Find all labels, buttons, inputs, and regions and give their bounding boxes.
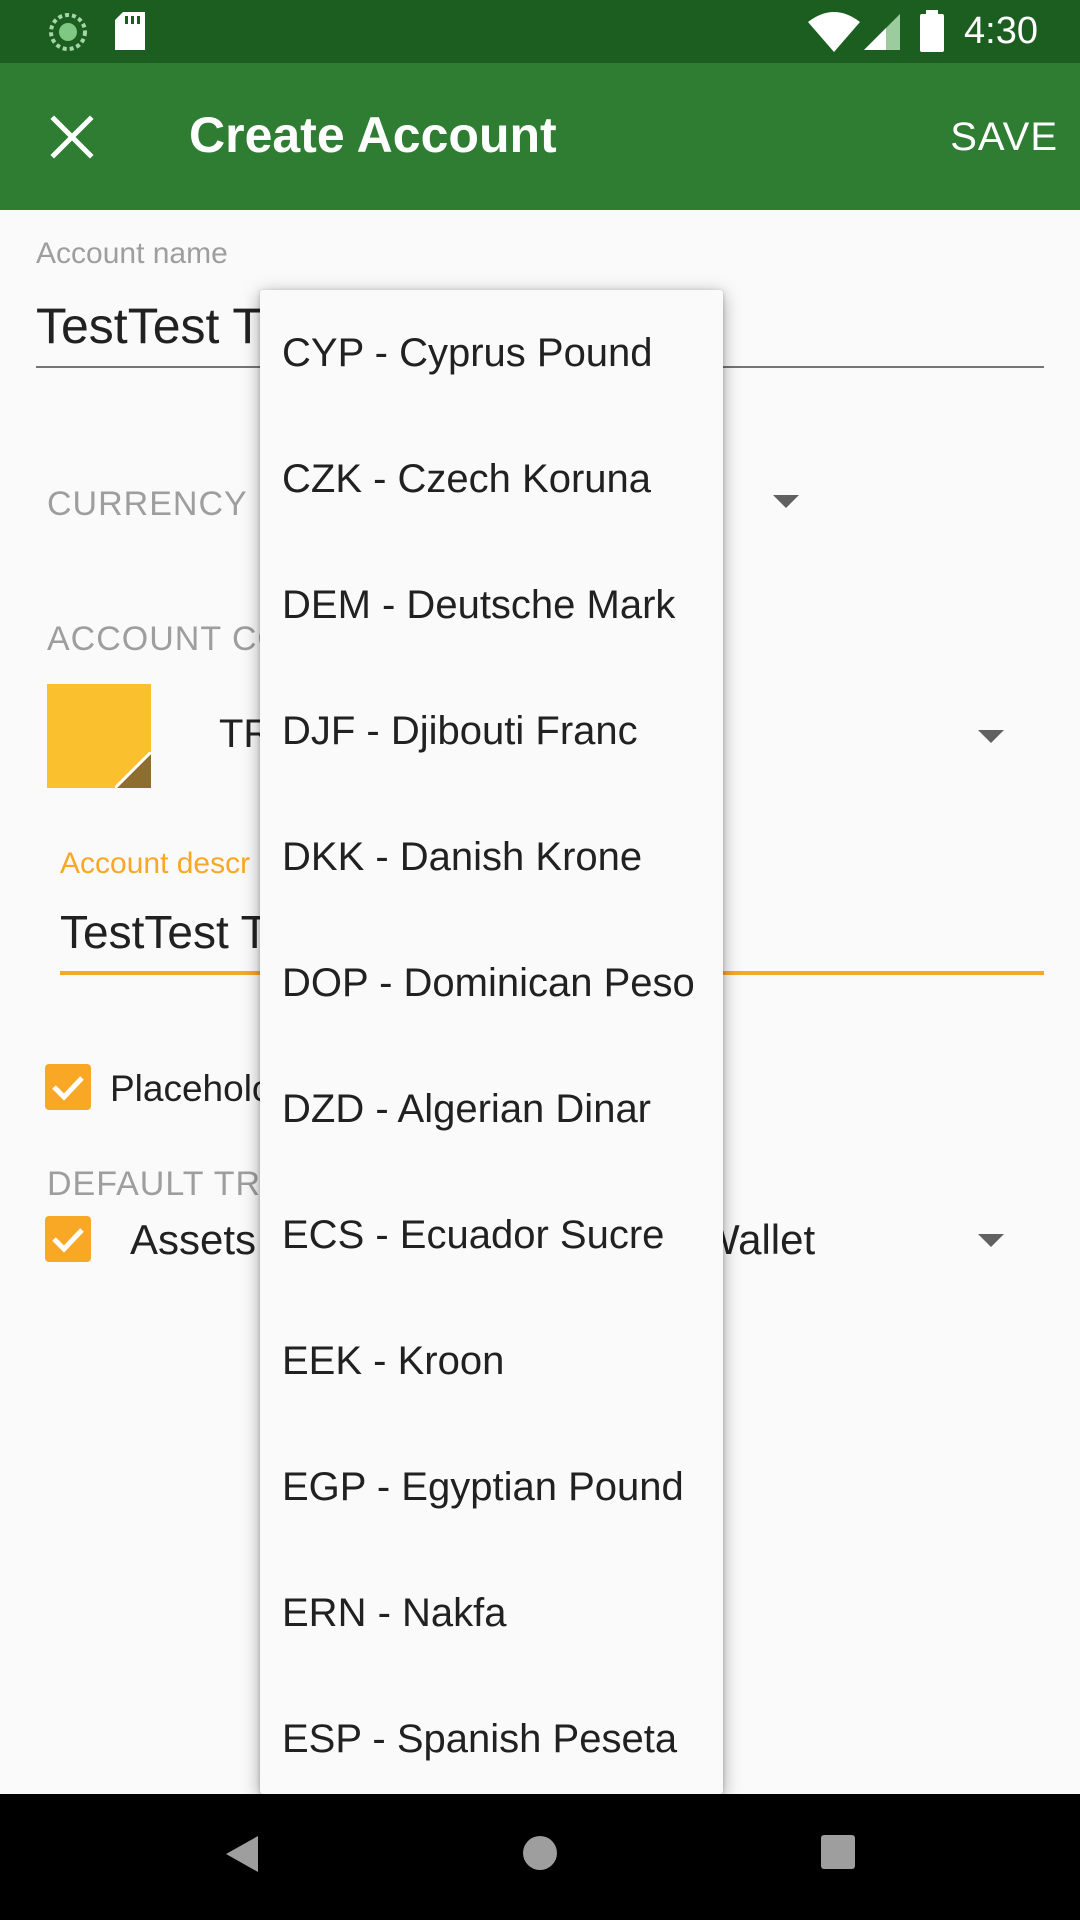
account-color-label: ACCOUNT CO [47, 620, 285, 658]
placeholder-checkbox[interactable] [45, 1064, 91, 1110]
color-swatch-corner-icon [115, 752, 151, 788]
currency-dropdown-list[interactable]: CYP - Cyprus Pound CZK - Czech Koruna DE… [260, 290, 723, 1794]
save-button[interactable]: SAVE [950, 115, 1058, 160]
battery-icon [920, 10, 944, 52]
checkmark-icon [52, 1228, 84, 1253]
currency-label: CURRENCY [47, 485, 248, 523]
wifi-icon [808, 12, 860, 52]
description-value: TestTest T [60, 906, 269, 958]
dropdown-item[interactable]: DEM - Deutsche Mark [260, 542, 723, 668]
dropdown-item[interactable]: DJF - Djibouti Franc [260, 668, 723, 794]
navigation-bar [0, 1794, 1080, 1920]
toolbar: Create Account SAVE [0, 63, 1080, 210]
account-name-label: Account name [36, 237, 228, 270]
default-transfer-label: DEFAULT TRA [47, 1165, 285, 1203]
account-name-value: TestTest T [36, 298, 263, 354]
dropdown-item[interactable]: ECS - Ecuador Sucre [260, 1172, 723, 1298]
sd-card-icon [115, 12, 145, 50]
back-icon[interactable] [224, 1834, 260, 1874]
status-bar: 4:30 [0, 0, 1080, 63]
page-title: Create Account [189, 107, 557, 163]
default-transfer-dropdown-arrow-icon[interactable] [978, 1234, 1004, 1247]
checkmark-icon [52, 1076, 84, 1101]
sync-icon [49, 13, 87, 51]
default-transfer-checkbox[interactable] [45, 1216, 91, 1262]
dropdown-item[interactable]: EEK - Kroon [260, 1298, 723, 1424]
clock: 4:30 [964, 10, 1038, 52]
dropdown-item[interactable]: ERN - Nakfa [260, 1550, 723, 1676]
account-color-swatch[interactable] [47, 684, 151, 788]
currency-dropdown-arrow-icon[interactable] [773, 495, 799, 508]
close-icon[interactable] [50, 115, 94, 159]
placeholder-label: Placeholc [110, 1068, 271, 1109]
dropdown-item[interactable]: CZK - Czech Koruna [260, 416, 723, 542]
dropdown-item[interactable]: DKK - Danish Krone [260, 794, 723, 920]
dropdown-item[interactable]: DOP - Dominican Peso [260, 920, 723, 1046]
dropdown-item[interactable]: EGP - Egyptian Pound [260, 1424, 723, 1550]
dropdown-item[interactable]: DZD - Algerian Dinar [260, 1046, 723, 1172]
dropdown-item[interactable]: ESP - Spanish Peseta [260, 1676, 723, 1794]
home-icon[interactable] [521, 1834, 559, 1872]
recents-icon[interactable] [821, 1835, 855, 1869]
signal-icon [864, 14, 900, 50]
account-type-dropdown-arrow-icon[interactable] [978, 730, 1004, 743]
dropdown-item[interactable]: CYP - Cyprus Pound [260, 290, 723, 416]
default-transfer-value-left: Assets [130, 1216, 257, 1263]
description-label: Account descr [60, 847, 251, 880]
